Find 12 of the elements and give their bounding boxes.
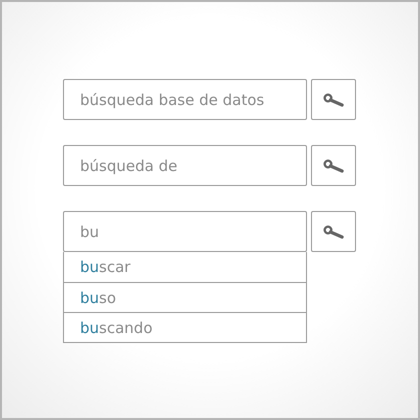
search-button[interactable] bbox=[311, 79, 356, 120]
suggestion-item[interactable]: buscando bbox=[64, 312, 306, 342]
suggestion-item[interactable]: buscar bbox=[64, 252, 306, 282]
search-button[interactable] bbox=[311, 145, 356, 186]
search-icon bbox=[322, 224, 344, 238]
suggestion-item[interactable]: buso bbox=[64, 282, 306, 312]
search-field[interactable]: bu bbox=[63, 211, 307, 252]
search-button[interactable] bbox=[311, 211, 356, 252]
search-field[interactable]: búsqueda base de datos bbox=[63, 79, 307, 120]
search-icon bbox=[322, 92, 344, 106]
search-icon bbox=[322, 158, 344, 172]
search-field[interactable]: búsqueda de bbox=[63, 145, 307, 186]
